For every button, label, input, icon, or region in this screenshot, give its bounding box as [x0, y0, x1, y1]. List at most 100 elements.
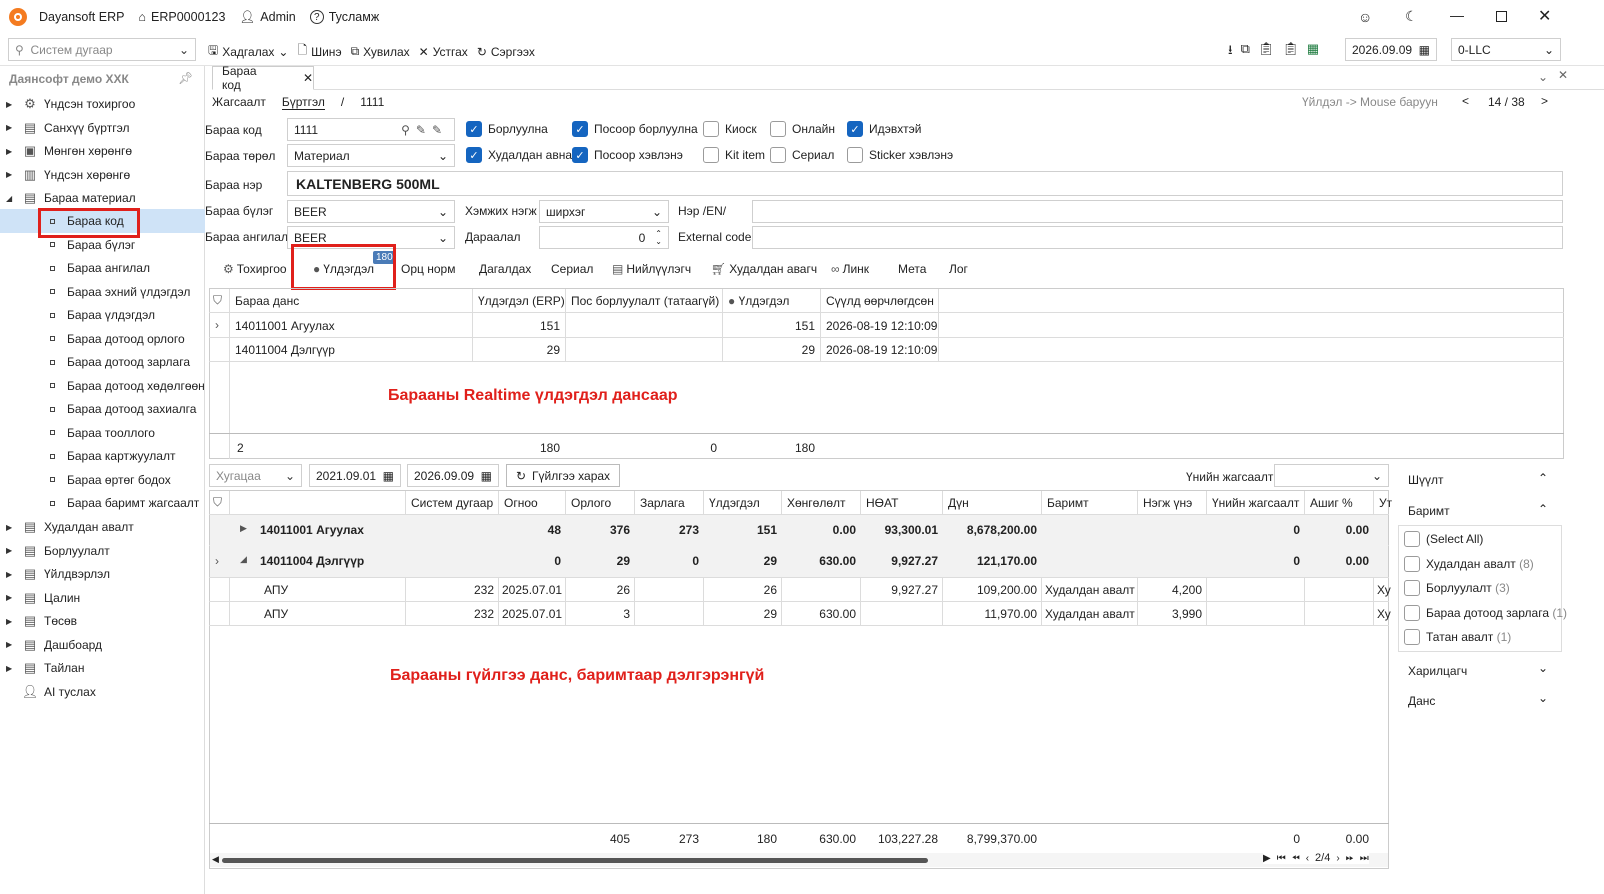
checkbox-empty-icon[interactable]	[1404, 555, 1420, 572]
filter-option-3[interactable]: Бараа дотоод зарлага (1)	[1404, 604, 1567, 621]
expand-icon[interactable]: ▶	[6, 570, 16, 579]
close-icon[interactable]: ✕	[1558, 68, 1568, 82]
sidebar-item-0[interactable]: ▶ ⚙ Үндсэн тохиргоо	[0, 92, 205, 116]
expand-icon[interactable]: ▶	[6, 640, 16, 649]
scroll-right-icon[interactable]: ▶	[1263, 853, 1271, 864]
sidebar-subitem-10[interactable]: Бараа картжуулалт	[0, 444, 205, 468]
expand-icon[interactable]: ▶	[6, 617, 16, 626]
code-input[interactable]: 1111 ⚲✎✎	[287, 118, 455, 141]
expand-icon[interactable]: ▶	[6, 170, 16, 179]
tab-7[interactable]: ∞ Линк	[831, 262, 869, 276]
expand-icon[interactable]: ▶	[240, 523, 247, 534]
chevron-up-icon[interactable]: ⌃	[1538, 471, 1548, 485]
filter-option-2[interactable]: Борлуулалт (3)	[1404, 580, 1510, 596]
date-input[interactable]: 2026.09.09 ▦	[1345, 38, 1437, 61]
stock-header-2[interactable]: Пос борлуулалт (татаагүй)	[571, 294, 719, 308]
stock-header-1[interactable]: Үлдэгдэл (ERP)	[478, 294, 565, 308]
sidebar-item-3[interactable]: ▶ ▥ Үндсэн хөрөнгө	[0, 163, 205, 187]
checkbox-checked-icon[interactable]: ✓	[466, 147, 482, 163]
breadcrumb-list[interactable]: Жагсаалт	[212, 95, 266, 110]
sidebar-item-6[interactable]: ▶ ▤ Борлуулалт	[0, 539, 205, 563]
sidebar-item-4[interactable]: ◢ ▤ Бараа материал	[0, 186, 205, 210]
prev-record-button[interactable]: <	[1462, 94, 1469, 108]
sidebar-subitem-5[interactable]: Бараа дотоод орлого	[0, 327, 205, 351]
edit-icon[interactable]: ✎	[416, 123, 432, 137]
expand-icon[interactable]: ▶	[6, 123, 16, 132]
filter-option-0[interactable]: (Select All)	[1404, 531, 1487, 547]
edit-icon[interactable]: ✎	[432, 123, 448, 137]
dark-mode-icon[interactable]: ☾	[1405, 8, 1418, 25]
filter-icon[interactable]: ⛉	[213, 495, 222, 510]
checkbox-checked-icon[interactable]: ✓	[847, 121, 863, 137]
filter-icon[interactable]: ⛉	[213, 293, 222, 308]
show-transactions-button[interactable]: ↻ Гүйлгээ харах	[506, 464, 620, 487]
expanded-icon[interactable]: ◢	[240, 554, 247, 565]
checkbox-6[interactable]: ✓ Посоор хэвлэнэ	[572, 147, 683, 163]
checkbox-empty-icon[interactable]	[1404, 531, 1420, 547]
sidebar-item-2[interactable]: ▶ ▣ Мөнгөн хөрөнгө	[0, 139, 205, 163]
new-button[interactable]: 🗋 Шинэ	[297, 41, 341, 62]
sidebar-subitem-6[interactable]: Бараа дотоод зарлага	[0, 350, 205, 374]
stock-header-3[interactable]: ● Үлдэгдэл	[728, 294, 789, 308]
horizontal-scrollbar[interactable]: ◀	[210, 853, 1388, 867]
pin-icon[interactable]: 📌︎	[178, 71, 193, 85]
type-select[interactable]: Материал ⌄	[287, 144, 455, 167]
trans-header-10[interactable]: Үнийн жагсаалт	[1212, 496, 1299, 510]
trans-header-11[interactable]: Ашиг %	[1310, 496, 1353, 510]
sidebar-subitem-11[interactable]: Бараа өртөг бодох	[0, 468, 205, 492]
tab-3[interactable]: Дагалдах	[479, 262, 531, 276]
trans-header-9[interactable]: Нэгж үнэ	[1143, 496, 1192, 510]
chevron-right-icon[interactable]: ›	[215, 554, 219, 568]
unit-select[interactable]: ширхэг ⌄	[539, 200, 669, 223]
order-stepper[interactable]: 0 ⌃ ⌄	[539, 226, 669, 249]
chevron-down-icon[interactable]: ⌄	[1538, 661, 1548, 675]
sidebar-subitem-8[interactable]: Бараа дотоод захиалга	[0, 397, 205, 421]
from-date-input[interactable]: 2021.09.01 ▦	[309, 464, 401, 487]
maximize-icon[interactable]	[1496, 11, 1507, 22]
checkbox-4[interactable]: ✓ Идэвхтэй	[847, 121, 921, 137]
checkbox-2[interactable]: Киоск	[703, 121, 757, 137]
sidebar-item-1[interactable]: ▶ ▤ Санхүү бүртгэл	[0, 116, 205, 140]
chevron-down-icon[interactable]: ⌄	[1538, 691, 1548, 705]
trans-header-7[interactable]: Дүн	[948, 496, 969, 510]
sidebar-subitem-7[interactable]: Бараа дотоод хөдөлгөөн	[0, 374, 205, 398]
delete-button[interactable]: ✕ Устгах	[419, 41, 468, 62]
next-page-icon[interactable]: ⏩︎	[1346, 853, 1354, 864]
next-record-button[interactable]: >	[1541, 94, 1548, 108]
name-input[interactable]: KALTENBERG 500ML	[287, 171, 1563, 196]
filter-option-1[interactable]: Худалдан авалт (8)	[1404, 555, 1534, 572]
trans-header-6[interactable]: НӨАТ	[866, 496, 898, 510]
paste-icon[interactable]: 📋︎	[1258, 41, 1275, 63]
trans-header-8[interactable]: Баримт	[1047, 496, 1089, 510]
trans-header-0[interactable]: Систем дугаар	[411, 496, 493, 510]
sidebar-item-10[interactable]: ▶ ▤ Дашбоард	[0, 633, 205, 657]
accessibility-icon[interactable]: ☺	[1358, 9, 1372, 25]
checkbox-3[interactable]: Онлайн	[770, 121, 835, 137]
checkbox-9[interactable]: Sticker хэвлэнэ	[847, 147, 953, 163]
filter-account[interactable]: Данс	[1408, 694, 1435, 708]
chevron-up-icon[interactable]: ⌃	[1538, 502, 1548, 516]
sidebar-subitem-9[interactable]: Бараа тооллого	[0, 421, 205, 445]
filter-doc-title[interactable]: Баримт	[1408, 504, 1450, 518]
checkbox-7[interactable]: Kit item	[703, 147, 765, 163]
expand-icon[interactable]: ▶	[6, 546, 16, 555]
sidebar-subitem-3[interactable]: Бараа эхний үлдэгдэл	[0, 280, 205, 304]
copy-button[interactable]: ⧉ Хувилах	[351, 41, 410, 62]
checkbox-empty-icon[interactable]	[847, 147, 863, 163]
sidebar-item-8[interactable]: ▶ ▤ Цалин	[0, 586, 205, 610]
first-page-icon[interactable]: ⏮	[1277, 853, 1286, 864]
checkbox-1[interactable]: ✓ Посоор борлуулна	[572, 121, 698, 137]
expand-icon[interactable]: ▶	[6, 523, 16, 532]
tab-6[interactable]: 🛒︎ Худалдан авагч	[711, 262, 817, 276]
tab-4[interactable]: Сериал	[551, 262, 593, 276]
tab-0[interactable]: ⚙ Тохиргоо	[223, 262, 287, 276]
expand-icon[interactable]: ▶	[6, 100, 16, 109]
checkbox-0[interactable]: ✓ Борлуулна	[466, 121, 548, 137]
prev-page-icon[interactable]: ⏪︎	[1292, 853, 1300, 864]
expand-icon[interactable]: ▶	[6, 593, 16, 602]
download-icon[interactable]: ⭳	[1228, 41, 1233, 63]
stock-header-4[interactable]: Сүүлд өөрчлөгдсөн	[826, 294, 934, 308]
tab-5[interactable]: ▤ Нийлүүлэгч	[612, 262, 691, 276]
search-input[interactable]: ⚲ Систем дугаар ⌄	[8, 38, 196, 61]
en-name-input[interactable]	[752, 200, 1563, 223]
